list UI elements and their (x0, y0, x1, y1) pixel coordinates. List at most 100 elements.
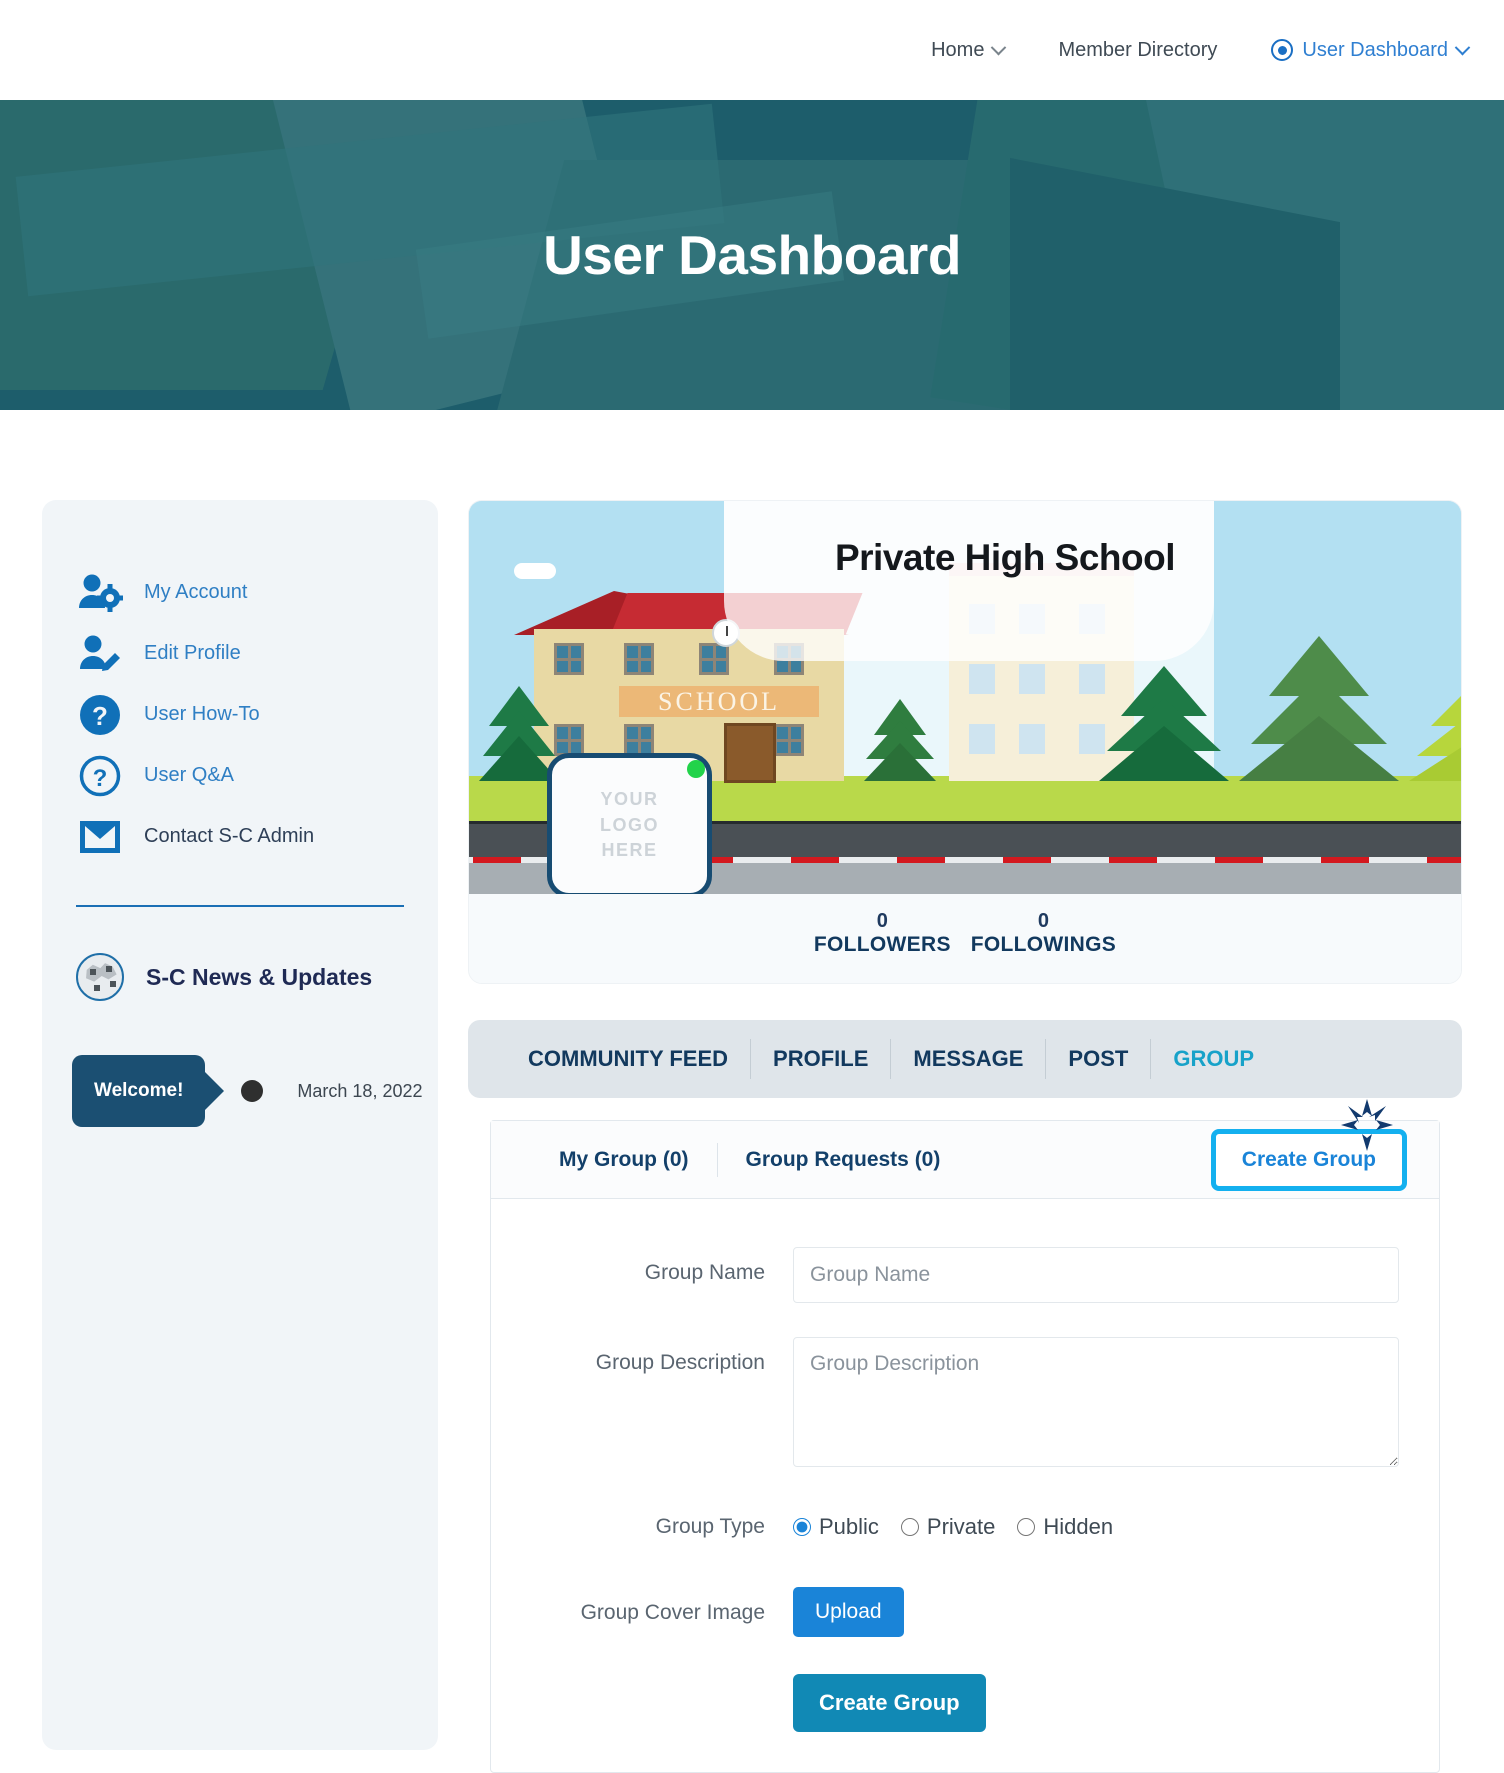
sidebar-item-label: Edit Profile (144, 642, 241, 664)
user-edit-icon (76, 635, 124, 673)
envelope-icon (76, 819, 124, 855)
avatar-placeholder-text: YOUR LOGO HERE (600, 787, 659, 864)
school-sign: SCHOOL (619, 686, 819, 717)
radio-label: Public (819, 1514, 879, 1539)
page-hero-banner: User Dashboard (0, 100, 1504, 410)
main-content: SCHOOL Private High School YOUR LOGO HER… (468, 500, 1462, 1773)
chevron-down-icon[interactable] (1454, 39, 1471, 55)
upload-button[interactable]: Upload (793, 1587, 904, 1637)
group-subtabs: My Group (0) Group Requests (0) Create G… (491, 1099, 1439, 1199)
nav-item-member-directory[interactable]: Member Directory (1058, 39, 1217, 62)
tree-icon (1099, 651, 1229, 781)
timeline-dot-icon (241, 1080, 264, 1102)
sidebar-item-label: My Account (144, 581, 248, 603)
nav-item-label: User Dashboard (1302, 38, 1448, 61)
group-cover-image-label: Group Cover Image (580, 1601, 765, 1624)
stat-label: FOLLOWERS (813, 933, 951, 956)
svg-text:?: ? (93, 765, 108, 792)
stat-value: 0 (876, 910, 888, 932)
tab-group[interactable]: GROUP (1151, 1039, 1276, 1079)
avatar-line-3: HERE (601, 840, 658, 861)
upload-wrapper: Upload (793, 1587, 904, 1640)
profile-tabbar: COMMUNITY FEED PROFILE MESSAGE POST GROU… (468, 1020, 1462, 1098)
profile-card: SCHOOL Private High School YOUR LOGO HER… (468, 500, 1462, 984)
form-row-group-name: Group Name (531, 1247, 1399, 1303)
sidebar-item-my-account[interactable]: My Account (76, 562, 404, 623)
sidebar-item-user-qa[interactable]: ? User Q&A (76, 745, 404, 806)
tree-icon (864, 686, 936, 781)
sidebar-divider (76, 905, 404, 907)
sidebar-item-label: User Q&A (144, 764, 235, 786)
tree-icon (1239, 621, 1399, 781)
form-row-cover-image: Group Cover Image Upload (531, 1587, 1399, 1640)
globe-icon (76, 953, 124, 1001)
page-body: My Account Edit Profile ? User How-To ? … (0, 410, 1504, 1773)
radio-selected-icon (1271, 39, 1294, 61)
page-title: User Dashboard (543, 224, 961, 286)
radio-public-input[interactable] (793, 1518, 811, 1536)
radio-option-private[interactable]: Private (900, 1501, 996, 1553)
radio-option-public[interactable]: Public (793, 1501, 879, 1553)
tab-profile[interactable]: PROFILE (751, 1039, 892, 1079)
group-description-label: Group Description (595, 1351, 765, 1374)
create-group-tab[interactable]: Create Group (1210, 1129, 1407, 1191)
user-gear-icon (76, 574, 124, 612)
sidebar-item-contact-admin[interactable]: Contact S-C Admin (76, 806, 404, 867)
welcome-badge[interactable]: Welcome! (72, 1055, 206, 1127)
stat-followers[interactable]: 0 FOLLOWERS (804, 910, 961, 957)
group-type-label: Group Type (655, 1515, 765, 1538)
welcome-announcement: Welcome! March 18, 2022 (42, 1055, 438, 1127)
stat-label: FOLLOWINGS (970, 933, 1117, 956)
tab-community-feed[interactable]: COMMUNITY FEED (506, 1039, 752, 1079)
radio-label: Hidden (1043, 1514, 1114, 1539)
create-group-form: Group Name Group Description Group Type … (491, 1199, 1439, 1772)
sidebar-item-edit-profile[interactable]: Edit Profile (76, 623, 404, 684)
nav-item-label: Member Directory (1058, 38, 1218, 61)
group-panel: My Group (0) Group Requests (0) Create G… (490, 1099, 1440, 1773)
nav-item-user-dashboard[interactable]: User Dashboard (1271, 38, 1471, 62)
sidebar-menu: My Account Edit Profile ? User How-To ? … (42, 562, 438, 867)
group-name-label: Group Name (644, 1261, 765, 1284)
online-status-icon (687, 760, 705, 778)
profile-stats: 0 FOLLOWERS 0 FOLLOWINGS (469, 894, 1461, 983)
welcome-date: March 18, 2022 (297, 1080, 423, 1101)
sidebar-item-user-how-to[interactable]: ? User How-To (76, 684, 404, 745)
top-navigation: Home Member Directory User Dashboard (0, 0, 1504, 100)
avatar-line-1: YOUR (600, 789, 659, 810)
help-filled-icon: ? (76, 694, 124, 736)
avatar[interactable]: YOUR LOGO HERE (547, 753, 712, 894)
tab-post[interactable]: POST (1046, 1039, 1152, 1079)
svg-text:?: ? (92, 701, 108, 731)
stat-value: 0 (1037, 910, 1049, 932)
news-title: S-C News & Updates (146, 963, 373, 990)
sidebar-item-label: User How-To (144, 703, 260, 725)
help-outline-icon: ? (76, 755, 124, 797)
avatar-line-2: LOGO (600, 814, 659, 835)
group-description-input[interactable] (793, 1337, 1399, 1467)
chevron-down-icon[interactable] (991, 39, 1007, 55)
stat-followings[interactable]: 0 FOLLOWINGS (961, 910, 1126, 957)
group-name-input[interactable] (793, 1247, 1399, 1303)
group-type-radio-group: Public Private Hidden (793, 1501, 1113, 1553)
radio-option-hidden[interactable]: Hidden (1017, 1501, 1113, 1553)
create-group-submit-button[interactable]: Create Group (793, 1674, 986, 1732)
sidebar-news-section[interactable]: S-C News & Updates (42, 953, 438, 1001)
profile-display-name: Private High School (834, 537, 1176, 578)
tree-icon (479, 671, 559, 781)
cover-name-scrim (724, 501, 1214, 661)
sidebar-item-label: Contact S-C Admin (144, 825, 315, 847)
nav-item-label: Home (931, 38, 985, 61)
radio-hidden-input[interactable] (1017, 1518, 1036, 1536)
profile-cover-image: SCHOOL Private High School YOUR LOGO HER… (469, 501, 1461, 894)
nav-item-home[interactable]: Home (931, 38, 1007, 62)
form-row-group-type: Group Type Public Private Hidden (531, 1501, 1399, 1553)
radio-label: Private (926, 1514, 996, 1539)
tab-message[interactable]: MESSAGE (891, 1039, 1047, 1079)
subtab-group-requests[interactable]: Group Requests (0) (718, 1143, 969, 1177)
sidebar: My Account Edit Profile ? User How-To ? … (42, 500, 438, 1750)
radio-private-input[interactable] (900, 1518, 919, 1536)
tree-icon (1409, 676, 1461, 781)
subtab-my-group[interactable]: My Group (0) (531, 1142, 718, 1177)
form-row-group-description: Group Description (531, 1337, 1399, 1467)
cover-school-door (724, 723, 776, 783)
